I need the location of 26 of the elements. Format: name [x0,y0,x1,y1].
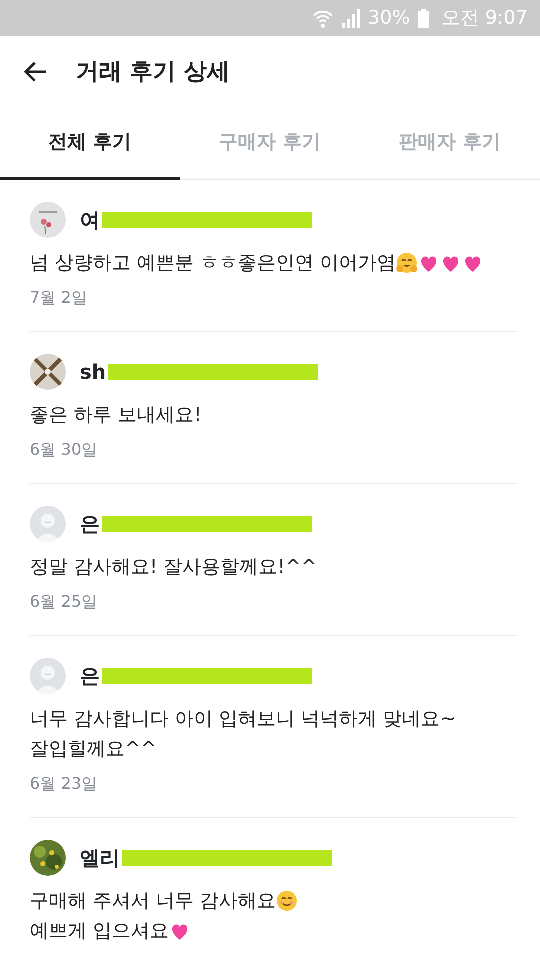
default-avatar-icon [30,506,66,542]
review-text: 구매해 주셔서 너무 감사해요 [30,889,276,914]
review-tab[interactable]: 판매자 후기 [360,108,540,180]
smiling-face-icon [276,890,298,912]
review-text: 너무 감사합니다 아이 입혀보니 넉넉하게 맞네요~ [30,707,456,732]
user-name: 여 [80,207,100,234]
review-tab[interactable]: 전체 후기 [0,108,180,180]
review-date: 6월 23일 [30,773,99,795]
review-tab[interactable]: 구매자 후기 [180,108,360,180]
user-name: sh [80,359,106,386]
review-date: 6월 25일 [30,591,99,613]
hugging-face-icon [396,252,418,274]
user-name: 은 [80,663,100,690]
signal-icon [342,8,360,28]
review-text: 예쁘게 입으셔요 [30,919,170,944]
user-name: 은 [80,511,100,538]
review-text: 정말 감사해요! 잘사용할께요!^^ [30,555,318,580]
default-avatar-icon [30,658,66,694]
page-title: 거래 후기 상세 [76,58,230,87]
battery-icon [418,8,430,28]
user-name: 엘리 [80,845,120,872]
review-text: 넘 상량하고 예쁜분 ㅎㅎ좋은인연 이어가염 [30,251,396,276]
review-text: 좋은 하루 보내세요! [30,403,202,428]
review-date: 6월 30일 [30,439,99,461]
review-text: 잘입힐께요^^ [30,737,157,762]
review-date: 7월 2일 [30,287,88,309]
